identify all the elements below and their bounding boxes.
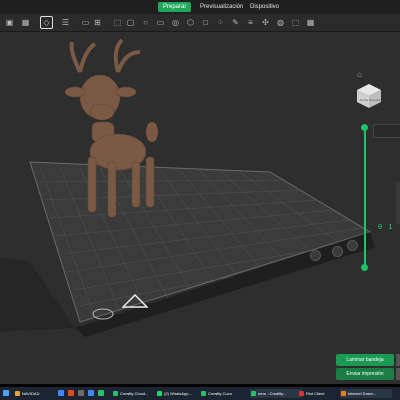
view-button-2[interactable] xyxy=(347,240,358,251)
warning-triangle-icon xyxy=(122,294,148,308)
taskbar-item-internet-download[interactable]: Internet Down... xyxy=(340,389,392,398)
dashed-box-icon[interactable]: ⬚ xyxy=(290,17,301,28)
folder-icon xyxy=(15,391,20,396)
laminar-options-button[interactable] xyxy=(396,354,400,366)
whatsapp-icon xyxy=(157,391,162,396)
tab-dispositivo[interactable]: Dispositivo xyxy=(245,2,284,12)
layer-slider-top-handle[interactable] xyxy=(361,124,368,131)
stack-icon[interactable]: ≡ xyxy=(245,17,256,28)
app-icon-3[interactable] xyxy=(78,390,84,396)
grid-dots-icon[interactable]: ⊞ xyxy=(92,17,103,28)
slice-icon[interactable]: ◇ xyxy=(40,16,53,29)
view-button-3[interactable] xyxy=(310,250,321,261)
globe-icon[interactable]: ◍ xyxy=(275,17,286,28)
taskbar-item-whatsapp[interactable]: (2) WhatsApp... xyxy=(156,389,204,398)
3d-viewport[interactable]: ⌂ Frente Derecha 0 1 xyxy=(0,32,400,384)
view-cube[interactable] xyxy=(355,82,383,110)
square-icon[interactable]: □ xyxy=(200,17,211,28)
layer-slider-bottom-handle[interactable] xyxy=(361,264,368,271)
layer-slider-track[interactable] xyxy=(364,127,366,267)
taskbar-item-creality-cuco[interactable]: Creality Cuco xyxy=(200,389,254,398)
laminar-bandeja-button[interactable]: Laminar bandeja xyxy=(336,354,394,366)
tab-previsualizacion[interactable]: Previsualización xyxy=(195,2,248,12)
home-icon[interactable]: ⌂ xyxy=(357,70,362,79)
build-plate-scene xyxy=(0,38,375,337)
app-icon-4[interactable] xyxy=(88,390,94,396)
enviar-impresion-button[interactable]: Enviar impresión xyxy=(336,368,394,380)
circle-icon[interactable]: ○ xyxy=(140,17,151,28)
main-toolbar: ▣ ▦ ◇ ☰ ▭ ⊞ ⬚ ▢ ○ ▭ ◎ ⬡ □ ⁘ ✎ ≡ ✣ ◍ ⬚ ▦ xyxy=(0,14,400,32)
taskbar-item-riot[interactable]: Riot Client xyxy=(298,389,344,398)
start-icon[interactable] xyxy=(3,390,9,396)
os-taskbar: NAVIDAD Creality Cloud... (2) WhatsApp..… xyxy=(0,387,400,400)
taskbar-item-creality-cloud[interactable]: Creality Cloud... xyxy=(112,389,160,398)
app-icon-2[interactable] xyxy=(68,390,74,396)
view-button-1[interactable] xyxy=(332,246,343,257)
sphere-icon[interactable]: ◎ xyxy=(170,17,181,28)
layer-top-label xyxy=(373,124,400,138)
plate-icon[interactable]: ▭ xyxy=(80,17,91,28)
cube-add-icon[interactable]: ▣ xyxy=(4,17,15,28)
creality-icon xyxy=(201,391,206,396)
right-panel-tab[interactable] xyxy=(396,182,400,224)
list-icon[interactable]: ☰ xyxy=(60,17,71,28)
layer-coordinate: 0 1 xyxy=(378,224,394,232)
enviar-options-button[interactable] xyxy=(396,368,400,380)
brush-icon[interactable]: ✎ xyxy=(230,17,241,28)
hexagon-icon[interactable]: ⬡ xyxy=(185,17,196,28)
grid-icon[interactable]: ▦ xyxy=(20,17,31,28)
tab-preparar[interactable]: Preparar xyxy=(158,2,192,12)
app-icon-5[interactable] xyxy=(98,390,104,396)
dots-icon[interactable]: ⁘ xyxy=(215,17,226,28)
view-cube-label: Frente Derecha xyxy=(359,98,381,102)
download-icon xyxy=(341,391,346,396)
taskbar-item-navidad[interactable]: NAVIDAD xyxy=(14,389,60,398)
box-icon[interactable]: ▢ xyxy=(125,17,136,28)
riot-icon xyxy=(299,391,304,396)
tools-icon[interactable]: ✣ xyxy=(260,17,271,28)
grid-small-icon[interactable]: ▦ xyxy=(305,17,316,28)
creality-icon xyxy=(113,391,118,396)
creality-icon xyxy=(251,391,256,396)
app-icon-1[interactable] xyxy=(58,390,64,396)
plate-logo-icon xyxy=(92,308,114,320)
monitor-icon[interactable]: ▭ xyxy=(155,17,166,28)
taskbar-item-reno[interactable]: reno - Creality... xyxy=(250,389,302,398)
frame-icon[interactable]: ⬚ xyxy=(112,17,123,28)
top-tab-bar: Preparar Previsualización Dispositivo xyxy=(0,0,400,14)
